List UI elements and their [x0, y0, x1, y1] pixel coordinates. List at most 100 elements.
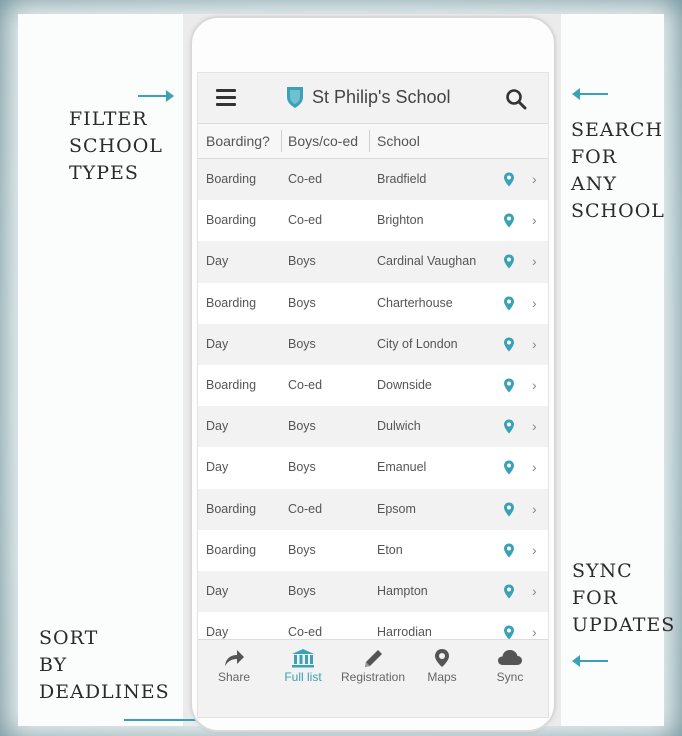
map-pin-icon[interactable] [503, 172, 515, 187]
row-gender: Co-ed [288, 501, 323, 516]
tab-sync[interactable]: Sync [490, 648, 530, 684]
arrow-left-icon [572, 655, 608, 667]
row-gender: Boys [288, 295, 316, 310]
row-gender: Boys [288, 336, 316, 351]
pencil-icon [365, 650, 382, 667]
row-gender: Co-ed [288, 377, 323, 392]
column-divider [281, 130, 282, 152]
callout-search-for-any-school: SEARCH FOR ANY SCHOOL [571, 119, 665, 222]
tab-sync-label: Sync [496, 670, 524, 684]
map-pin-icon[interactable] [503, 337, 515, 352]
column-header-row: Boarding? Boys/co-ed School [198, 124, 548, 159]
column-header-gender[interactable]: Boys/co-ed [288, 124, 358, 158]
map-pin-icon[interactable] [503, 584, 515, 599]
map-pin-icon[interactable] [503, 625, 515, 640]
row-gender: Boys [288, 254, 316, 269]
tab-full-list[interactable]: Full list [278, 648, 328, 684]
share-icon [225, 650, 244, 666]
row-boarding-type: Boarding [206, 377, 257, 392]
search-icon[interactable] [505, 88, 527, 110]
row-boarding-type: Boarding [206, 172, 257, 186]
column-divider [369, 130, 370, 152]
cloud-icon [498, 650, 522, 665]
institution-icon [292, 649, 314, 668]
column-header-school[interactable]: School [377, 124, 420, 158]
school-row[interactable]: Day Boys Cardinal Vaughan › [198, 241, 548, 283]
row-gender: Boys [288, 460, 316, 475]
row-boarding-type: Day [206, 460, 229, 475]
chevron-right-icon[interactable]: › [532, 200, 537, 241]
app-title: St Philip's School [312, 87, 451, 107]
school-row[interactable]: Boarding Boys Eton › [198, 530, 548, 571]
map-pin-icon[interactable] [503, 419, 515, 434]
school-shield-icon [287, 87, 303, 108]
row-boarding-type: Day [206, 583, 229, 598]
chevron-right-icon[interactable]: › [532, 159, 537, 200]
row-school-name: Epsom [377, 501, 416, 516]
school-row[interactable]: Boarding Co-ed Brighton › [198, 200, 548, 241]
tab-maps-label: Maps [427, 670, 457, 684]
tab-registration[interactable]: Registration [336, 648, 410, 684]
chevron-right-icon[interactable]: › [532, 571, 537, 612]
row-school-name: Eton [377, 542, 403, 557]
tab-share-label: Share [217, 670, 251, 684]
school-row[interactable]: Boarding Co-ed Bradfield › [198, 159, 548, 201]
arrow-right-icon [138, 90, 174, 102]
row-school-name: Dulwich [377, 419, 421, 434]
app-bar: St Philip's School [198, 73, 548, 124]
school-row[interactable]: Boarding Boys Charterhouse › [198, 283, 548, 324]
chevron-right-icon[interactable]: › [532, 365, 537, 406]
row-school-name: Bradfield [377, 172, 427, 186]
row-boarding-type: Boarding [206, 213, 257, 228]
hamburger-menu-icon[interactable] [216, 89, 236, 107]
row-gender: Co-ed [288, 172, 323, 186]
map-pin-icon[interactable] [503, 543, 515, 558]
callout-filter-school-types: FILTER SCHOOL TYPES [69, 108, 163, 184]
row-boarding-type: Day [206, 336, 229, 351]
map-pin-icon[interactable] [503, 502, 515, 517]
tab-registration-label: Registration [340, 670, 406, 684]
school-row[interactable]: Boarding Co-ed Downside › [198, 365, 548, 406]
callout-sync-for-updates: SYNC FOR UPDATES [572, 560, 676, 636]
chevron-right-icon[interactable]: › [532, 447, 537, 488]
row-gender: Boys [288, 583, 316, 598]
row-gender: Boys [288, 419, 316, 434]
row-gender: Boys [288, 542, 316, 557]
chevron-right-icon[interactable]: › [532, 324, 537, 365]
chevron-right-icon[interactable]: › [532, 241, 537, 282]
map-pin-icon[interactable] [503, 296, 515, 311]
row-boarding-type: Boarding [206, 542, 257, 557]
map-pin-icon[interactable] [503, 254, 515, 269]
chevron-right-icon[interactable]: › [532, 489, 537, 530]
chevron-right-icon[interactable]: › [532, 283, 537, 324]
map-pin-icon[interactable] [503, 460, 515, 475]
map-pin-icon [435, 649, 449, 667]
row-school-name: Brighton [377, 213, 424, 228]
row-boarding-type: Boarding [206, 501, 257, 516]
chevron-right-icon[interactable]: › [532, 530, 537, 571]
arrow-left-icon [572, 88, 608, 100]
tab-full-list-label: Full list [284, 670, 322, 684]
map-pin-icon[interactable] [503, 213, 515, 228]
school-row[interactable]: Day Boys City of London › [198, 323, 548, 365]
map-pin-icon[interactable] [503, 378, 515, 393]
row-school-name: Downside [377, 377, 432, 392]
row-school-name: Charterhouse [377, 295, 453, 310]
tab-maps[interactable]: Maps [422, 648, 462, 684]
tab-share[interactable]: Share [210, 648, 258, 684]
chevron-right-icon[interactable]: › [532, 406, 537, 447]
school-row[interactable]: Day Boys Dulwich › [198, 406, 548, 448]
row-boarding-type: Day [206, 254, 229, 269]
row-gender: Co-ed [288, 213, 323, 228]
row-school-name: Emanuel [377, 460, 427, 475]
school-row[interactable]: Day Boys Emanuel › [198, 447, 548, 488]
row-boarding-type: Boarding [206, 295, 257, 310]
row-school-name: City of London [377, 336, 458, 351]
row-school-name: Cardinal Vaughan [377, 254, 477, 269]
school-row[interactable]: Boarding Co-ed Epsom › [198, 488, 548, 530]
school-list: Boarding Co-ed Bradfield › Boarding Co-ed Brig… [198, 159, 548, 653]
row-school-name: Hampton [377, 583, 428, 598]
app-screen: St Philip's School Boarding? Boys/co-ed … [197, 72, 549, 718]
column-header-boarding[interactable]: Boarding? [206, 124, 270, 158]
school-row[interactable]: Day Boys Hampton › [198, 570, 548, 613]
